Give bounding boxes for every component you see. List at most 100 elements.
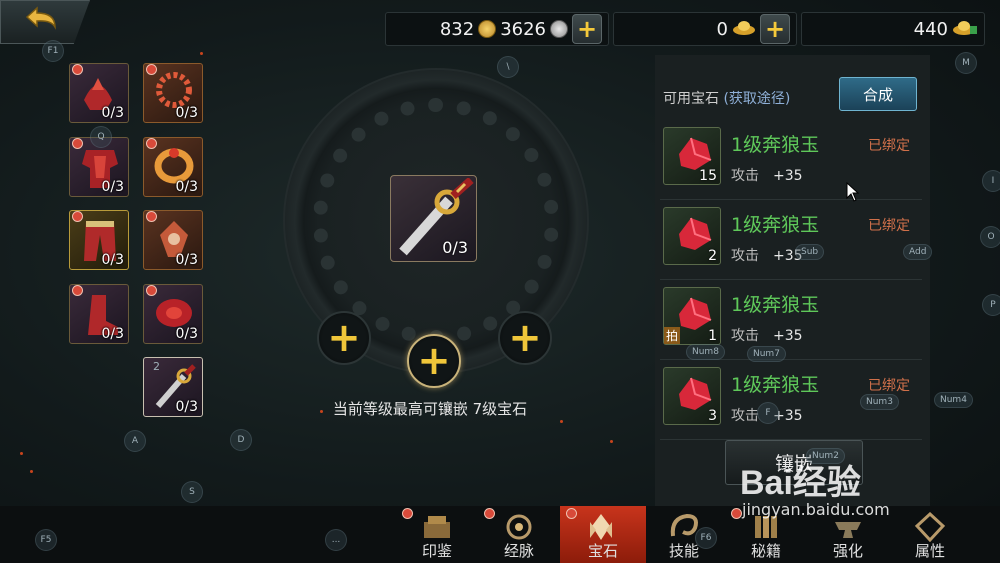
gem-name: 1级奔狼玉 xyxy=(731,374,820,396)
ingot-bar: 0 + xyxy=(613,12,797,46)
slot-count: 0/3 xyxy=(175,326,198,342)
slot-count: 0/3 xyxy=(101,252,124,268)
mouse-cursor-icon xyxy=(846,182,860,202)
gem-item-icon: 3 xyxy=(663,367,721,425)
gem-count: 3 xyxy=(708,408,717,424)
key-hint-f1: F1 xyxy=(42,40,64,62)
slot-count: 0/3 xyxy=(101,105,124,121)
slot-count: 0/3 xyxy=(175,399,198,415)
equip-slot-amulet[interactable]: 0/3 xyxy=(143,210,203,270)
baidu-watermark-url: jingyan.baidu.com xyxy=(742,500,890,519)
notification-dot xyxy=(402,508,413,519)
notification-dot xyxy=(566,508,577,519)
equipment-gem-count: 0/3 xyxy=(442,238,468,257)
nav-label: 秘籍 xyxy=(750,542,781,560)
key-hint-sub: Sub xyxy=(795,244,825,260)
inlay-level-hint: 当前等级最高可镶嵌 7级宝石 xyxy=(332,400,528,418)
nav-tab-meridian[interactable]: 经脉 xyxy=(478,506,560,563)
auction-tag: 拍 xyxy=(664,327,681,344)
nav-label: 印鉴 xyxy=(421,542,452,560)
gem-name: 1级奔狼玉 xyxy=(731,214,820,236)
equip-slot-helmet[interactable]: 0/3 xyxy=(69,63,129,123)
add-money-button[interactable]: + xyxy=(572,14,602,44)
key-hint-f5: F5 xyxy=(35,529,57,551)
key-hint-f: F xyxy=(757,402,779,424)
gem-stat: 攻击 +35 xyxy=(731,248,803,264)
key-hint-s: S xyxy=(181,481,203,503)
nav-tab-attributes[interactable]: 属性 xyxy=(889,506,971,563)
gem-list-item[interactable]: 2 1级奔狼玉 已绑定 攻击 +35 xyxy=(660,202,922,280)
gem-count: 15 xyxy=(699,168,717,184)
gem-stat: 攻击 +35 xyxy=(731,328,803,344)
back-arrow-icon xyxy=(23,5,63,39)
bound-ingot-amount: 440 xyxy=(913,18,948,40)
gem-item-icon: 15 xyxy=(663,127,721,185)
gold-ingot-icon xyxy=(732,18,756,41)
selected-equipment[interactable]: 0/3 xyxy=(390,175,477,262)
slot-count: 0/3 xyxy=(175,179,198,195)
gem-list-item[interactable]: 15 1级奔狼玉 已绑定 攻击 +35 xyxy=(660,122,922,200)
get-source-link[interactable]: (获取途径) xyxy=(723,91,790,107)
key-hint-backslash: \ xyxy=(497,56,519,78)
equip-slot-ring[interactable]: 0/3 xyxy=(143,137,203,197)
gem-bound-status: 已绑定 xyxy=(868,378,910,394)
key-hint-num3: Num3 xyxy=(860,394,899,410)
nav-label: 属性 xyxy=(914,542,945,560)
slot-count: 0/3 xyxy=(101,179,124,195)
nav-tab-seal[interactable]: 印鉴 xyxy=(396,506,478,563)
silver-coin-icon xyxy=(550,20,568,38)
back-button[interactable] xyxy=(0,0,90,44)
key-hint-m: M xyxy=(955,52,977,74)
nav-label: 经脉 xyxy=(503,542,534,560)
key-hint-dots: ... xyxy=(325,529,347,551)
slot-count: 0/3 xyxy=(175,105,198,121)
baidu-watermark: Bai经验 xyxy=(740,464,861,502)
attribute-icon xyxy=(914,512,946,542)
add-ingot-button[interactable]: + xyxy=(760,14,790,44)
slot-count: 0/3 xyxy=(175,252,198,268)
bound-ingot-bar: 440 xyxy=(801,12,985,46)
gold-amount: 832 xyxy=(439,18,475,40)
slot-count: 0/3 xyxy=(101,326,124,342)
key-hint-f6: F6 xyxy=(695,527,717,549)
key-hint-i: I xyxy=(982,170,1000,192)
key-hint-p: P xyxy=(982,294,1000,316)
gem-socket-left[interactable]: + xyxy=(317,311,371,365)
gem-item-icon: 拍 1 xyxy=(663,287,721,345)
synthesize-button[interactable]: 合成 xyxy=(839,77,917,111)
nav-tab-gem[interactable]: 宝石 xyxy=(560,506,646,563)
notification-dot xyxy=(731,508,742,519)
notification-dot xyxy=(484,508,495,519)
money-bar: 832 3626 + xyxy=(385,12,609,46)
gem-count: 1 xyxy=(708,328,717,344)
key-hint-num7: Num7 xyxy=(747,346,786,362)
gem-bound-status: 已绑定 xyxy=(868,218,910,234)
meridian-icon xyxy=(506,514,532,540)
gem-count: 2 xyxy=(708,248,717,264)
key-hint-num4: Num4 xyxy=(934,392,973,408)
seal-icon xyxy=(424,516,450,538)
ingot-amount: 0 xyxy=(716,18,728,40)
nav-label: 宝石 xyxy=(587,542,618,560)
key-hint-num8: Num8 xyxy=(686,344,725,360)
equip-slot-weapon[interactable]: 2 0/3 xyxy=(143,357,203,417)
key-hint-a: A xyxy=(124,430,146,452)
equip-slot-pants[interactable]: 0/3 xyxy=(69,210,129,270)
gem-socket-bottom[interactable]: + xyxy=(407,334,461,388)
gem-name: 1级奔狼玉 xyxy=(731,134,820,156)
gem-name: 1级奔狼玉 xyxy=(731,294,820,316)
gem-crystal-icon xyxy=(590,514,612,540)
key-hint-q: Q xyxy=(90,126,112,148)
key-hint-add: Add xyxy=(903,244,933,260)
gem-stat: 攻击 +35 xyxy=(731,168,803,184)
equip-slot-boots[interactable]: 0/3 xyxy=(69,284,129,344)
panel-title-text: 可用宝石 xyxy=(663,91,719,107)
gem-bound-status: 已绑定 xyxy=(868,138,910,154)
equip-slot-necklace[interactable]: 0/3 xyxy=(143,63,203,123)
bound-ingot-icon xyxy=(952,18,978,41)
gem-socket-right[interactable]: + xyxy=(498,311,552,365)
equip-slot-belt[interactable]: 0/3 xyxy=(143,284,203,344)
gem-item-icon: 2 xyxy=(663,207,721,265)
key-hint-d: D xyxy=(230,429,252,451)
nav-label: 强化 xyxy=(832,542,863,560)
